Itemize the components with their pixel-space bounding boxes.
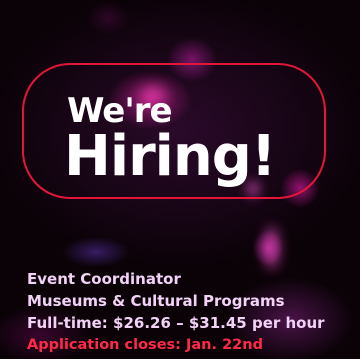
hiring-poster: We're Hiring! Event Coordinator Museums … — [0, 0, 360, 359]
job-title: Event Coordinator — [27, 270, 181, 288]
job-details: Event Coordinator Museums & Cultural Pro… — [27, 268, 325, 356]
department: Museums & Cultural Programs — [27, 292, 285, 310]
pay-range: Full-time: $26.26 – $31.45 per hour — [27, 314, 325, 332]
application-deadline: Application closes: Jan. 22nd — [27, 337, 263, 353]
background-light-blob — [264, 226, 280, 270]
headline-hiring: Hiring! — [64, 124, 276, 189]
